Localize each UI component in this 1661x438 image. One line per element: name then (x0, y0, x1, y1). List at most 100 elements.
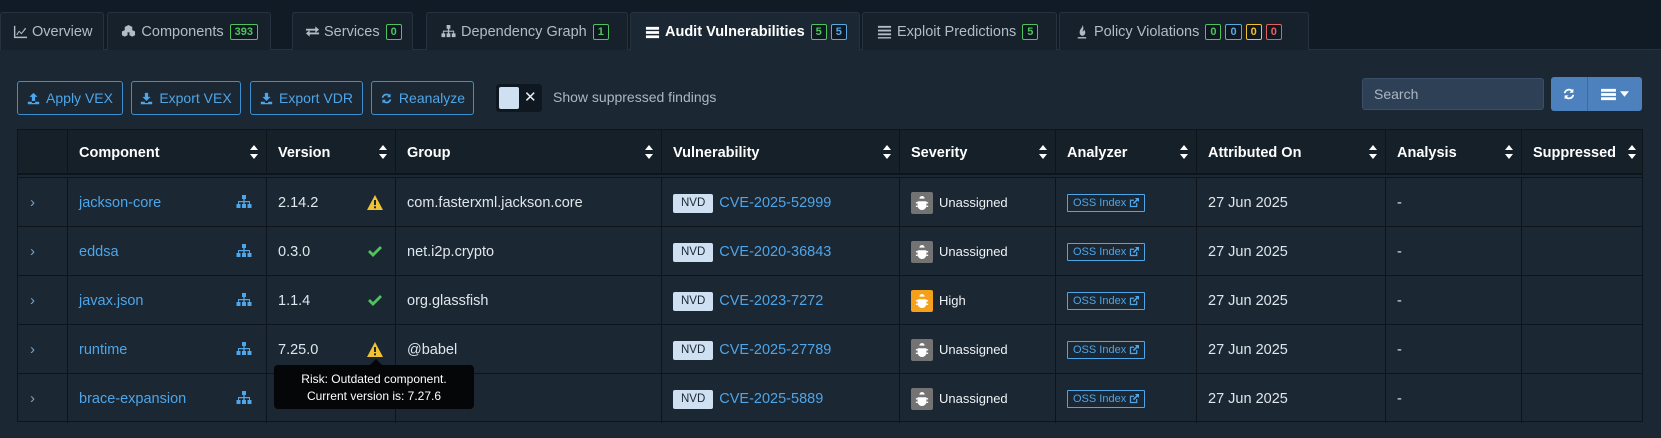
tab-dependency-graph[interactable]: Dependency Graph 1 (426, 12, 628, 50)
analyzer-label: OSS Index (1073, 294, 1127, 307)
count-badge: 5 (1022, 23, 1039, 40)
dependency-graph-icon[interactable] (236, 244, 252, 258)
cell-suppressed (1521, 325, 1644, 374)
sort-icon (1369, 145, 1377, 159)
list-icon (875, 24, 893, 40)
column-header-analyzer[interactable]: Analyzer (1055, 130, 1196, 175)
count-badge: 0 (1205, 23, 1222, 40)
columns-dropdown-button[interactable] (1588, 77, 1642, 111)
cell-suppressed (1521, 276, 1644, 325)
group-text: com.fasterxml.jackson.core (407, 194, 583, 211)
cell-analyzer: OSS Index (1055, 178, 1196, 227)
dependency-graph-icon[interactable] (236, 293, 252, 307)
dependency-graph-icon[interactable] (236, 195, 252, 209)
component-link[interactable]: brace-expansion (79, 391, 186, 407)
analyzer-link[interactable]: OSS Index (1067, 340, 1146, 359)
column-label: Component (79, 144, 160, 161)
column-header-group[interactable]: Group (395, 130, 661, 175)
tab-bar: Overview Components 393 Services 0 Depen… (0, 12, 1661, 51)
analyzer-label: OSS Index (1073, 245, 1127, 258)
tab-policy-violations[interactable]: Policy Violations 0 0 0 0 (1059, 12, 1309, 50)
cell-vuln: NVD CVE-2023-7272 (661, 276, 899, 325)
table-row[interactable]: › brace-expansion NVD CVE-2025-5889 Unassign… (18, 373, 1644, 423)
tab-overview[interactable]: Overview (0, 12, 104, 50)
chevron-right-icon[interactable]: › (30, 243, 35, 260)
column-header-component[interactable]: Component (67, 130, 266, 175)
severity-label: Unassigned (939, 244, 1008, 259)
component-link[interactable]: jackson-core (79, 195, 161, 211)
cell-expand[interactable]: › (18, 178, 67, 227)
table-row[interactable]: › jackson-core 2.14.2 com.fasterxml.jackson… (18, 177, 1642, 227)
analyzer-link[interactable]: OSS Index (1067, 389, 1146, 408)
vulnerability-link[interactable]: CVE-2023-7272 (719, 293, 823, 309)
chevron-right-icon[interactable]: › (30, 390, 35, 407)
analyzer-link[interactable]: OSS Index (1067, 291, 1146, 310)
warning-icon[interactable] (367, 195, 383, 210)
tab-label: Audit Vulnerabilities (665, 24, 805, 40)
chevron-right-icon[interactable]: › (30, 292, 35, 309)
list-icon (1601, 88, 1616, 100)
sort-icon (1628, 145, 1636, 159)
cell-group: net.i2p.crypto (395, 227, 661, 276)
export-vdr-button[interactable]: Export VDR (250, 81, 363, 115)
cell-expand[interactable]: › (18, 227, 67, 276)
analyzer-link[interactable]: OSS Index (1067, 242, 1146, 261)
export-vex-button[interactable]: Export VEX (131, 81, 241, 115)
cell-analysis: - (1385, 325, 1521, 374)
vulnerability-link[interactable]: CVE-2025-52999 (719, 195, 831, 211)
refresh-button[interactable] (1551, 77, 1588, 111)
vulnerability-link[interactable]: CVE-2020-36843 (719, 244, 831, 260)
export-vdr-label: Export VDR (279, 90, 353, 106)
vulnerability-link[interactable]: CVE-2025-27789 (719, 342, 831, 358)
vulnerability-link[interactable]: CVE-2025-5889 (719, 391, 823, 407)
tab-exploit-predictions[interactable]: Exploit Predictions 5 (862, 12, 1057, 50)
cell-expand[interactable]: › (18, 276, 67, 325)
tab-services[interactable]: Services 0 (292, 12, 413, 50)
cell-group: com.fasterxml.jackson.core (395, 178, 661, 227)
analyzer-link[interactable]: OSS Index (1067, 193, 1146, 212)
component-link[interactable]: javax.json (79, 293, 143, 309)
show-suppressed-label: Show suppressed findings (553, 89, 717, 105)
dependency-graph-icon[interactable] (236, 342, 252, 356)
component-link[interactable]: eddsa (79, 244, 119, 260)
table-row[interactable]: › javax.json 1.1.4 org.glassfish NVD CVE-2023… (18, 275, 1644, 325)
severity-label: Unassigned (939, 391, 1008, 406)
reanalyze-button[interactable]: Reanalyze (371, 81, 474, 115)
cell-expand[interactable]: › (18, 325, 67, 374)
table-row[interactable]: › runtime 7.25.0 @babel NVD CVE-2025-27789 Una… (18, 324, 1644, 374)
column-header-vulnerability[interactable]: Vulnerability (661, 130, 899, 175)
search-input[interactable] (1362, 78, 1544, 110)
bug-icon (911, 289, 933, 312)
dependency-graph-icon[interactable] (236, 391, 252, 405)
tab-components[interactable]: Components 393 (107, 12, 271, 50)
column-header-version[interactable]: Version (266, 130, 395, 175)
sort-icon (379, 145, 387, 159)
tab-label: Policy Violations (1094, 23, 1200, 40)
severity-label: Unassigned (939, 195, 1008, 210)
column-label: Analysis (1397, 144, 1457, 161)
tab-audit-vulnerabilities[interactable]: Audit Vulnerabilities 5 5 (630, 12, 860, 51)
column-header-analysis[interactable]: Analysis (1385, 130, 1521, 175)
cell-severity: Unassigned (899, 325, 1055, 374)
apply-vex-button[interactable]: Apply VEX (17, 81, 123, 115)
chevron-right-icon[interactable]: › (30, 194, 35, 211)
tooltip-line: Risk: Outdated component. (301, 372, 447, 386)
column-header-attributed-on[interactable]: Attributed On (1196, 130, 1385, 175)
cell-expand[interactable]: › (18, 374, 67, 423)
export-vex-label: Export VEX (159, 90, 232, 106)
column-header-severity[interactable]: Severity (899, 130, 1055, 175)
cell-version: 0.3.0 (266, 227, 395, 276)
cell-analyzer: OSS Index (1055, 325, 1196, 374)
column-header-suppressed[interactable]: Suppressed (1521, 130, 1644, 175)
analyzer-label: OSS Index (1073, 392, 1127, 405)
source-badge: NVD (673, 390, 714, 409)
chevron-right-icon[interactable]: › (30, 341, 35, 358)
cell-component: runtime (67, 325, 266, 374)
cell-suppressed (1521, 374, 1644, 423)
table-row[interactable]: › eddsa 0.3.0 net.i2p.crypto NVD CVE-2020-368… (18, 226, 1642, 276)
suppressed-toggle[interactable]: ✕ (496, 84, 542, 112)
warning-icon[interactable] (367, 342, 383, 357)
component-link[interactable]: runtime (79, 342, 127, 358)
analysis-state: - (1397, 292, 1402, 309)
version-text: 0.3.0 (278, 243, 311, 260)
